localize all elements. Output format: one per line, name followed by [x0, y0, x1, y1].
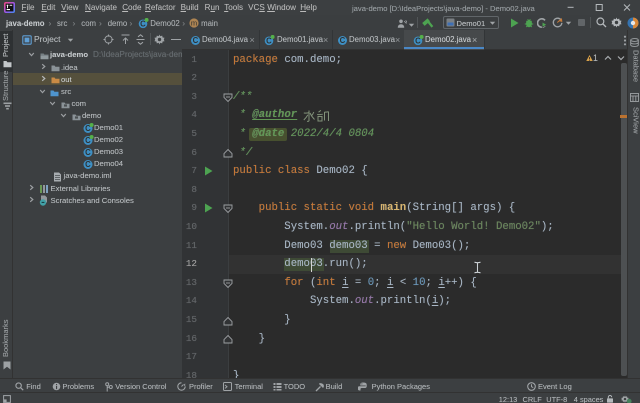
svg-text:C: C — [192, 36, 198, 45]
svg-text:C: C — [85, 148, 91, 157]
svg-text:C: C — [339, 36, 345, 45]
svg-text:m: m — [191, 19, 197, 28]
svg-text:C: C — [85, 160, 91, 169]
